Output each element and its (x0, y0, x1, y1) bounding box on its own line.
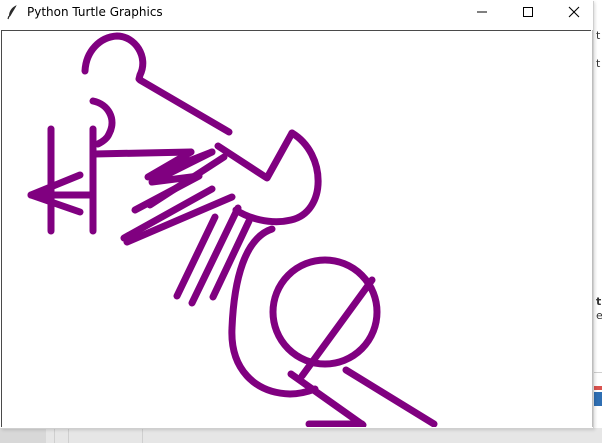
turtle-drawing (27, 32, 438, 427)
minimize-button[interactable] (459, 0, 505, 24)
pen-stroke (232, 129, 322, 226)
pen-stroke (287, 370, 367, 427)
turtle-canvas[interactable] (1, 30, 591, 427)
canvas-border (592, 30, 593, 427)
background-accent-block (593, 392, 602, 406)
window-title: Python Turtle Graphics (27, 5, 163, 19)
background-text-fragment: t (596, 57, 601, 70)
background-accent-bar (593, 386, 602, 390)
maximize-icon (523, 7, 533, 17)
maximize-button[interactable] (505, 0, 551, 24)
pen-stroke (173, 213, 219, 300)
taskbar-divider (142, 428, 143, 443)
taskbar-block (0, 428, 46, 443)
title-bar[interactable]: Python Turtle Graphics (0, 0, 593, 24)
background-divider (593, 372, 602, 373)
background-window-edge: t t t e (593, 0, 602, 443)
background-text-fragment: t (596, 295, 602, 308)
pen-stroke (136, 76, 233, 136)
taskbar-divider (68, 428, 69, 443)
background-text-fragment: e (596, 309, 602, 322)
turtle-window: Python Turtle Graphics (0, 0, 593, 428)
screen: t t t e Python Turtle Graphics (0, 0, 602, 443)
close-icon (568, 6, 580, 18)
pen-stroke (81, 32, 147, 83)
pen-strokes (27, 32, 438, 427)
pen-stroke (214, 129, 296, 182)
pen-stroke (90, 148, 195, 158)
background-text-fragment: t (596, 29, 601, 42)
feather-icon (6, 4, 20, 20)
taskbar-divider (54, 428, 55, 443)
close-button[interactable] (551, 0, 597, 24)
pen-stroke (342, 366, 438, 427)
minimize-icon (477, 11, 487, 13)
taskbar-strip (0, 428, 602, 443)
